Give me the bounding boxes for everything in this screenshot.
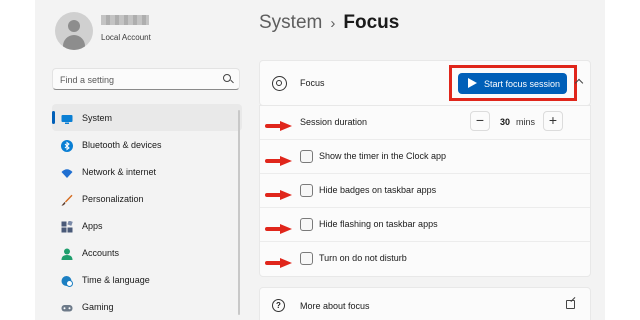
sidebar-item-label: Apps [82,220,103,231]
avatar-head [68,20,80,32]
option-label: Show the timer in the Clock app [319,151,447,161]
search-box[interactable] [52,68,240,90]
avatar[interactable] [55,12,93,50]
globe-clock-icon [61,274,73,287]
bluetooth-icon [61,139,73,152]
breadcrumb: System › Focus [259,12,399,34]
duration-unit: mins [516,117,536,127]
session-duration-label: Session duration [300,117,368,127]
sidebar-item-label: Network & internet [82,166,157,177]
option-row-do-not-disturb[interactable]: Turn on do not disturb [260,242,590,276]
help-icon: ? [272,299,285,312]
duration-decrease-button[interactable]: − [470,111,490,131]
external-link-icon [566,300,575,309]
search-icon[interactable] [223,74,231,82]
option-row-hide-flashing[interactable]: Hide flashing on taskbar apps [260,208,590,242]
option-label: Hide flashing on taskbar apps [319,219,438,229]
sidebar-item-label: Personalization [82,193,144,204]
sidebar-item-system[interactable]: System [52,104,242,131]
focus-icon [272,76,287,91]
duration-increase-button[interactable]: + [543,111,563,131]
start-focus-session-label: Start focus session [484,78,561,89]
hide-flashing-checkbox[interactable] [300,218,313,231]
sidebar-item-label: Bluetooth & devices [82,139,162,150]
sidebar-item-network[interactable]: Network & internet [52,158,242,185]
focus-title: Focus [300,78,325,88]
focus-header-row[interactable]: Focus Start focus session [259,60,591,106]
sidebar-item-bluetooth[interactable]: Bluetooth & devices [52,131,242,158]
system-icon [61,112,73,124]
focus-options: Session duration − 30 mins + Show the ti… [259,105,591,277]
sidebar-item-accounts[interactable]: Accounts [52,239,242,266]
sidebar-scrollbar[interactable] [238,110,240,315]
avatar-body [63,35,85,50]
account-type-label: Local Account [101,33,151,42]
show-timer-checkbox[interactable] [300,150,313,163]
focus-panel: Focus Start focus session Session durati… [259,60,591,277]
option-row-show-timer[interactable]: Show the timer in the Clock app [260,140,590,174]
option-label: Hide badges on taskbar apps [319,185,437,195]
annotation-arrow-icon [265,121,292,131]
sidebar-item-label: Gaming [82,301,114,312]
sidebar-item-time-language[interactable]: Time & language [52,266,242,293]
start-focus-session-button[interactable]: Start focus session [458,73,567,94]
user-name-redacted [101,15,149,25]
accounts-icon [61,247,73,260]
apps-icon [61,219,73,232]
sidebar-nav: System Bluetooth & devices Network & int… [52,104,242,320]
option-row-hide-badges[interactable]: Hide badges on taskbar apps [260,174,590,208]
play-icon [468,78,477,88]
breadcrumb-separator: › [330,15,336,32]
annotation-arrow-icon [265,190,292,200]
sidebar-item-gaming[interactable]: Gaming [52,293,242,320]
sidebar-item-label: Accounts [82,247,120,258]
paintbrush-icon [61,193,73,206]
duration-value: 30 [500,117,511,127]
breadcrumb-parent[interactable]: System [259,12,322,33]
annotation-arrow-icon [265,224,292,234]
annotation-arrow-icon [265,156,292,166]
session-duration-row: Session duration − 30 mins + [260,106,590,140]
page-title: Focus [343,12,400,33]
search-input[interactable] [60,73,210,86]
sidebar-item-label: System [82,112,113,123]
annotation-arrow-icon [265,258,292,268]
hide-badges-checkbox[interactable] [300,184,313,197]
more-about-focus-label: More about focus [300,301,370,311]
settings-window: Local Account System Bluetooth & devices… [35,0,605,320]
do-not-disturb-checkbox[interactable] [300,252,313,265]
wifi-icon [61,166,73,178]
sidebar-item-personalization[interactable]: Personalization [52,185,242,212]
sidebar-item-label: Time & language [82,274,150,285]
option-label: Turn on do not disturb [319,253,407,263]
sidebar-item-apps[interactable]: Apps [52,212,242,239]
more-about-focus-link[interactable]: ? More about focus [259,287,591,320]
controller-icon [61,301,73,313]
